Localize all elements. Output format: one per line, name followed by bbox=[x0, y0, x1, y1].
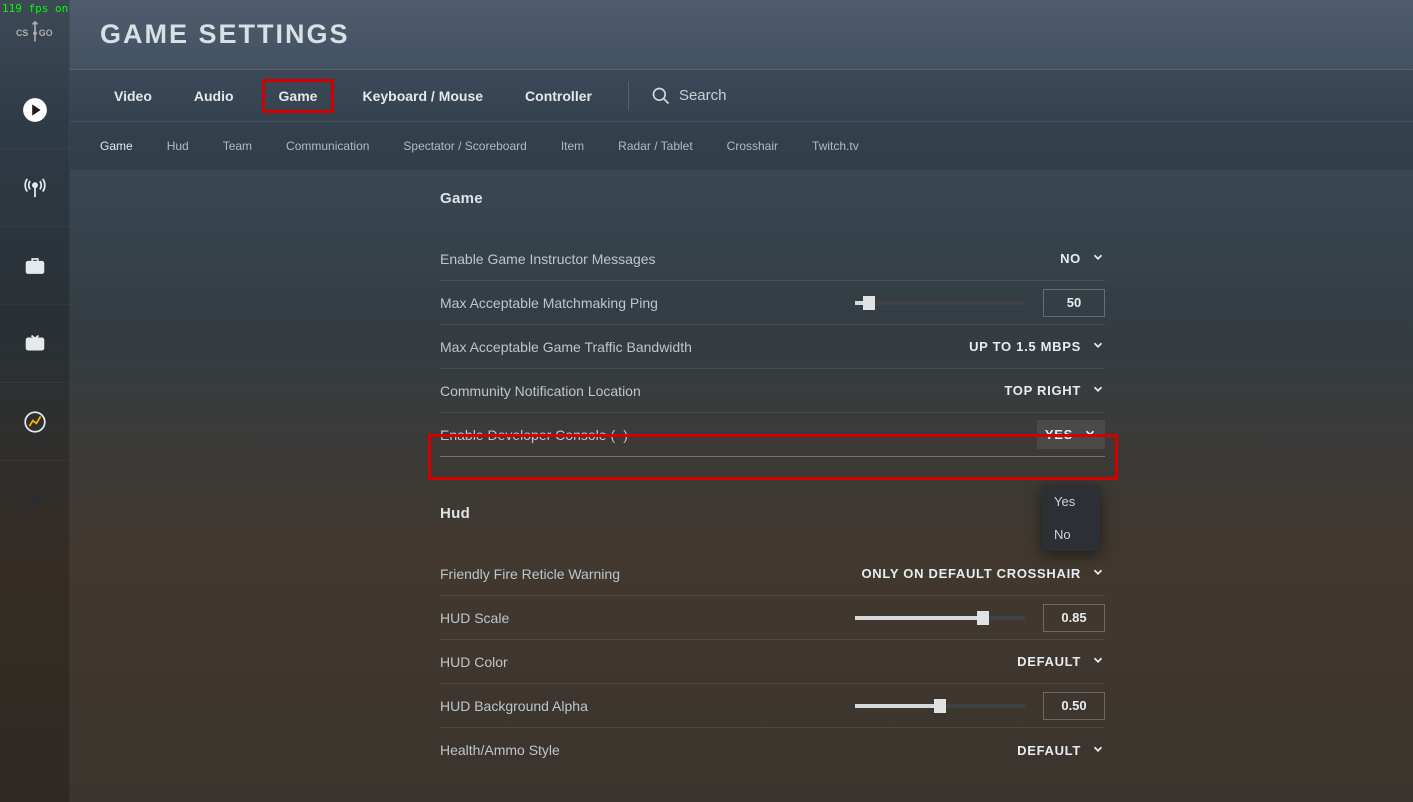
dropdown-bandwidth[interactable]: UP TO 1.5 MBPS bbox=[969, 338, 1105, 355]
search-input[interactable]: Search bbox=[651, 86, 727, 106]
subtab-item[interactable]: Item bbox=[561, 139, 584, 153]
subtab-spectator[interactable]: Spectator / Scoreboard bbox=[403, 139, 526, 153]
label-hudscale: HUD Scale bbox=[440, 610, 509, 626]
tab-controller[interactable]: Controller bbox=[511, 82, 606, 110]
row-hudcolor: HUD Color DEFAULT bbox=[440, 640, 1105, 684]
hudscale-slider[interactable] bbox=[855, 616, 1025, 620]
label-devconsole: Enable Developer Console (~) bbox=[440, 427, 628, 443]
devconsole-dropdown-menu: Yes No bbox=[1042, 485, 1100, 551]
sidebar: CS GO bbox=[0, 0, 70, 802]
dropdown-notification[interactable]: TOP RIGHT bbox=[1004, 382, 1105, 399]
slider-fill bbox=[855, 704, 940, 708]
settings-icon[interactable] bbox=[0, 461, 70, 539]
row-hudscale: HUD Scale 0.85 bbox=[440, 596, 1105, 640]
search-placeholder: Search bbox=[679, 87, 727, 104]
option-no[interactable]: No bbox=[1042, 518, 1100, 551]
tab-audio[interactable]: Audio bbox=[180, 82, 248, 110]
dropdown-health[interactable]: DEFAULT bbox=[1017, 742, 1105, 759]
ping-value[interactable]: 50 bbox=[1043, 289, 1105, 317]
tab-video[interactable]: Video bbox=[100, 82, 166, 110]
hudalpha-value[interactable]: 0.50 bbox=[1043, 692, 1105, 720]
row-devconsole: Enable Developer Console (~) YES bbox=[440, 413, 1105, 457]
row-notification: Community Notification Location TOP RIGH… bbox=[440, 369, 1105, 413]
ping-slider[interactable] bbox=[855, 301, 1025, 305]
label-hudalpha: HUD Background Alpha bbox=[440, 698, 588, 714]
label-ping: Max Acceptable Matchmaking Ping bbox=[440, 295, 658, 311]
subtab-hud[interactable]: Hud bbox=[167, 139, 189, 153]
stats-icon[interactable] bbox=[0, 383, 70, 461]
csgo-logo: CS GO bbox=[16, 18, 54, 46]
hudalpha-control: 0.50 bbox=[855, 692, 1105, 720]
watch-icon[interactable] bbox=[0, 305, 70, 383]
page-title: GAME SETTINGS bbox=[100, 19, 350, 50]
play-icon[interactable] bbox=[0, 71, 70, 149]
divider bbox=[628, 82, 629, 110]
chevron-down-icon bbox=[1083, 426, 1097, 443]
label-bandwidth: Max Acceptable Game Traffic Bandwidth bbox=[440, 339, 692, 355]
sub-tabs: Game Hud Team Communication Spectator / … bbox=[70, 122, 1413, 170]
label-hudcolor: HUD Color bbox=[440, 654, 508, 670]
label-notification: Community Notification Location bbox=[440, 383, 641, 399]
page-header: GAME SETTINGS bbox=[70, 0, 1413, 70]
fps-counter: 119 fps on bbox=[2, 2, 68, 15]
section-title-game: Game bbox=[440, 190, 1105, 207]
option-yes[interactable]: Yes bbox=[1042, 485, 1100, 518]
chevron-down-icon bbox=[1091, 338, 1105, 355]
subtab-team[interactable]: Team bbox=[223, 139, 252, 153]
slider-fill bbox=[855, 616, 983, 620]
settings-content: Game Enable Game Instructor Messages NO … bbox=[440, 190, 1105, 772]
inventory-icon[interactable] bbox=[0, 227, 70, 305]
slider-thumb[interactable] bbox=[863, 296, 875, 310]
chevron-down-icon bbox=[1091, 742, 1105, 759]
slider-thumb[interactable] bbox=[934, 699, 946, 713]
row-health: Health/Ammo Style DEFAULT bbox=[440, 728, 1105, 772]
svg-text:GO: GO bbox=[38, 28, 52, 38]
subtab-crosshair[interactable]: Crosshair bbox=[727, 139, 778, 153]
dropdown-devconsole[interactable]: YES bbox=[1037, 420, 1105, 449]
tab-game[interactable]: Game bbox=[262, 79, 335, 113]
ping-control: 50 bbox=[855, 289, 1105, 317]
svg-text:CS: CS bbox=[16, 28, 28, 38]
label-instructor: Enable Game Instructor Messages bbox=[440, 251, 656, 267]
dropdown-ffwarn[interactable]: ONLY ON DEFAULT CROSSHAIR bbox=[861, 565, 1105, 582]
hudalpha-slider[interactable] bbox=[855, 704, 1025, 708]
hudscale-control: 0.85 bbox=[855, 604, 1105, 632]
broadcast-icon[interactable] bbox=[0, 149, 70, 227]
row-hudalpha: HUD Background Alpha 0.50 bbox=[440, 684, 1105, 728]
row-ping: Max Acceptable Matchmaking Ping 50 bbox=[440, 281, 1105, 325]
chevron-down-icon bbox=[1091, 250, 1105, 267]
hudscale-value[interactable]: 0.85 bbox=[1043, 604, 1105, 632]
label-ffwarn: Friendly Fire Reticle Warning bbox=[440, 566, 620, 582]
chevron-down-icon bbox=[1091, 565, 1105, 582]
dropdown-hudcolor[interactable]: DEFAULT bbox=[1017, 653, 1105, 670]
slider-thumb[interactable] bbox=[977, 611, 989, 625]
row-instructor: Enable Game Instructor Messages NO bbox=[440, 237, 1105, 281]
chevron-down-icon bbox=[1091, 382, 1105, 399]
row-bandwidth: Max Acceptable Game Traffic Bandwidth UP… bbox=[440, 325, 1105, 369]
label-health: Health/Ammo Style bbox=[440, 742, 560, 758]
subtab-game[interactable]: Game bbox=[100, 139, 133, 153]
subtab-twitch[interactable]: Twitch.tv bbox=[812, 139, 859, 153]
primary-tabs: Video Audio Game Keyboard / Mouse Contro… bbox=[70, 70, 1413, 122]
chevron-down-icon bbox=[1091, 653, 1105, 670]
subtab-communication[interactable]: Communication bbox=[286, 139, 369, 153]
row-ffwarn: Friendly Fire Reticle Warning ONLY ON DE… bbox=[440, 552, 1105, 596]
section-title-hud: Hud bbox=[440, 505, 1105, 522]
subtab-radar[interactable]: Radar / Tablet bbox=[618, 139, 693, 153]
tab-keyboard[interactable]: Keyboard / Mouse bbox=[348, 82, 497, 110]
dropdown-instructor[interactable]: NO bbox=[1060, 250, 1105, 267]
